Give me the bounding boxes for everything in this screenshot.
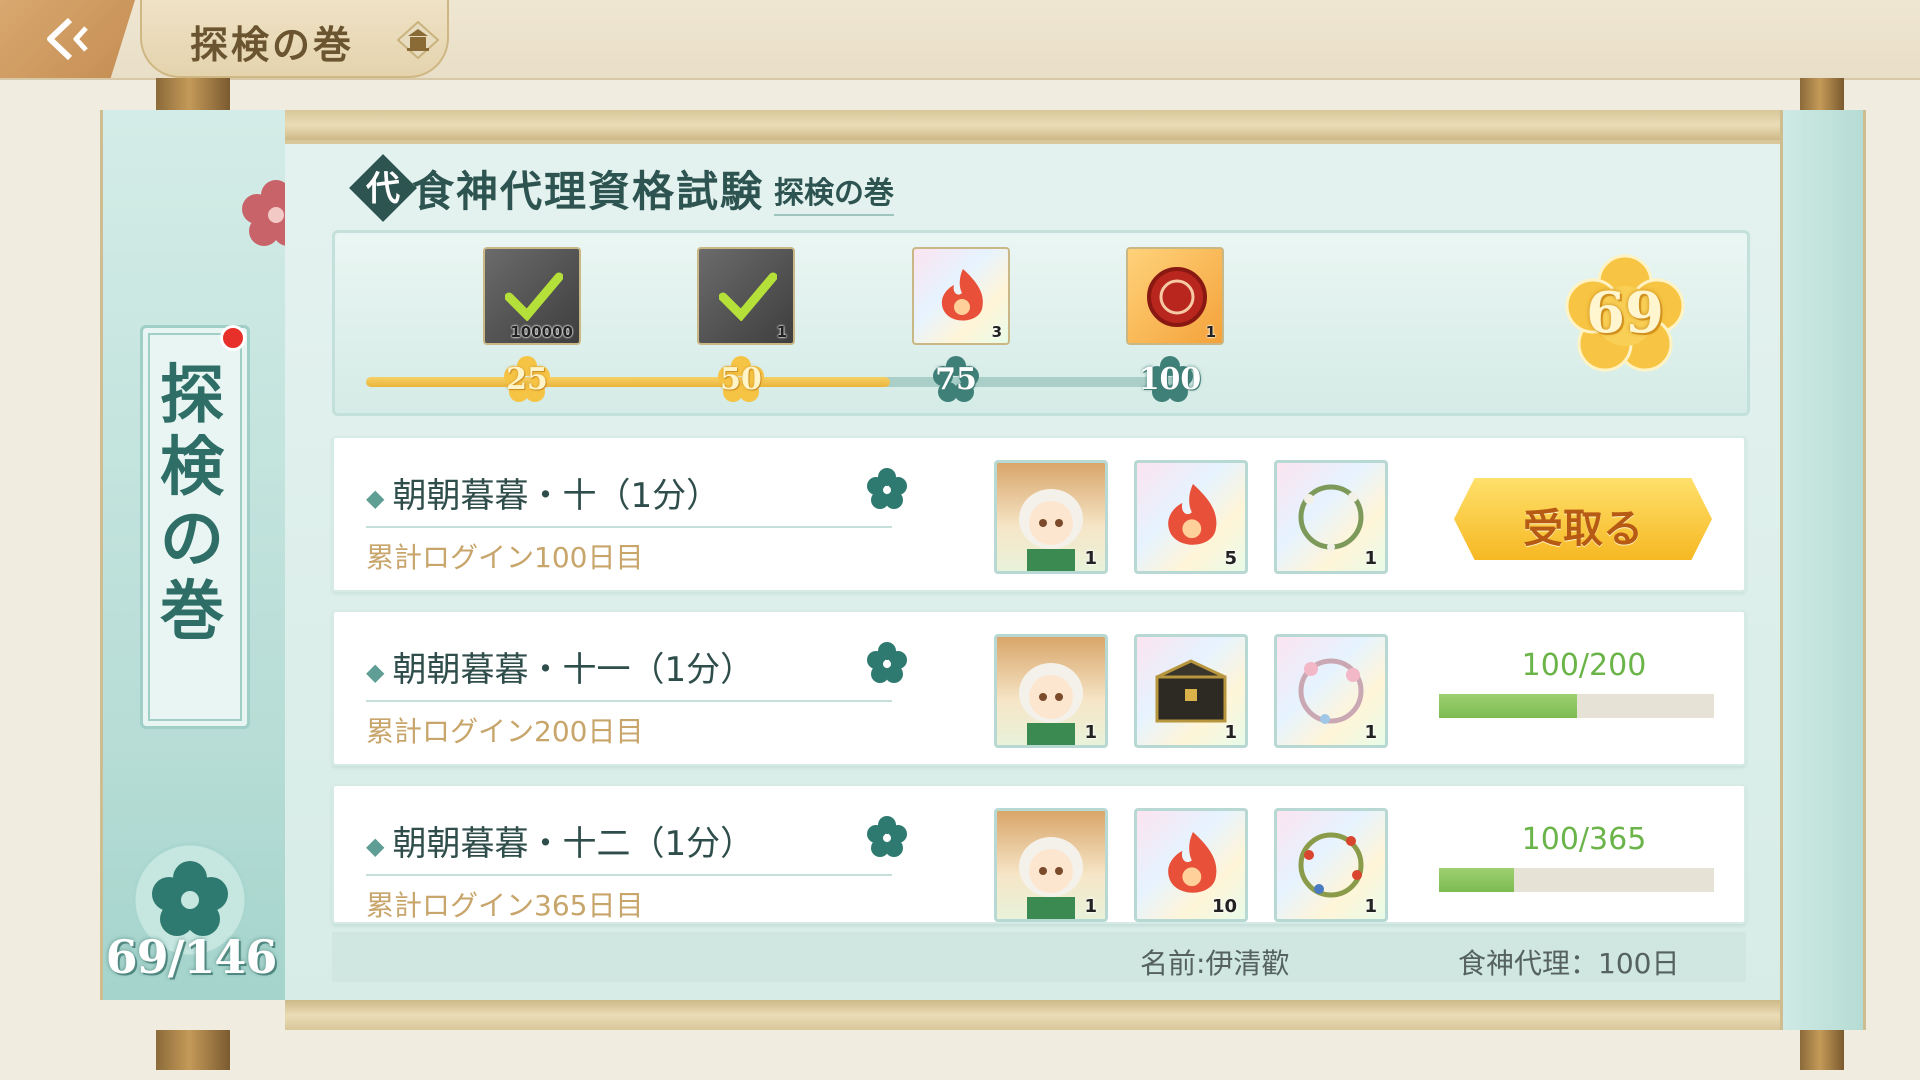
reward-ember[interactable]: 5 <box>1134 460 1248 574</box>
reward-character[interactable]: 1 <box>994 634 1108 748</box>
main-scroll-bottom-roll <box>285 1000 1780 1030</box>
milestone-reward-25[interactable]: 100000 <box>483 247 581 345</box>
milestone-reward-50[interactable]: 1 <box>697 247 795 345</box>
ember-icon <box>1168 832 1217 893</box>
reward-quantity: 1 <box>1205 323 1216 341</box>
task-title: ◆ 朝朝暮暮・十（1分） <box>366 468 720 517</box>
section-badge: 代 <box>345 150 421 226</box>
scroll-roll-bottom-left <box>156 1030 230 1070</box>
ember-icon <box>941 269 983 321</box>
task-title-text: 朝朝暮暮・十二（1分） <box>392 824 755 864</box>
milestone-label: 50 <box>720 362 762 397</box>
plum-flower-icon <box>867 468 907 509</box>
divider <box>366 526 892 528</box>
section-title: 食神代理資格試験 <box>412 167 765 216</box>
divider <box>366 700 892 702</box>
task-requirement: 累計ログイン200日目 <box>366 715 644 748</box>
check-icon <box>719 272 777 321</box>
task-requirement: 累計ログイン100日目 <box>366 541 644 574</box>
chest-icon <box>1155 659 1227 723</box>
reward-quantity: 1 <box>1364 548 1377 569</box>
notification-dot <box>220 325 246 351</box>
back-arrow-icon <box>47 17 88 61</box>
right-scroll-panel <box>1780 110 1866 1030</box>
scroll-roll-top-right <box>1800 78 1844 110</box>
reward-quantity: 1 <box>776 323 787 341</box>
milestone-reward-75[interactable]: 3 <box>912 247 1010 345</box>
reward-quantity: 1 <box>1084 548 1097 569</box>
milestone-progress-fill <box>366 377 890 387</box>
divider <box>366 874 892 876</box>
scroll-roll-bottom-right <box>1800 1030 1844 1070</box>
reward-chest[interactable]: 1 <box>1134 634 1248 748</box>
scroll-roll-top-left <box>156 78 230 110</box>
task-progress-text: 100/200 <box>1521 648 1647 683</box>
left-label: 探検の巻 <box>160 358 224 649</box>
milestone-label: 25 <box>506 362 548 397</box>
task-row: ◆ 朝朝暮暮・十一（1分） 累計ログイン200日目 1 1 1 100/200 <box>332 610 1746 766</box>
claim-button-label: 受取る <box>1523 505 1643 552</box>
section-subtitle: 探検の巻 <box>774 168 894 216</box>
reward-character[interactable]: 1 <box>994 808 1108 922</box>
ember-icon <box>1168 484 1217 545</box>
task-title: ◆ 朝朝暮暮・十一（1分） <box>366 642 754 691</box>
milestone-label: 75 <box>935 362 977 397</box>
task-row: ◆ 朝朝暮暮・十二（1分） 累計ログイン365日目 1 10 1 100/365 <box>332 784 1746 924</box>
reward-quantity: 5 <box>1224 548 1237 569</box>
task-title-text: 朝朝暮暮・十（1分） <box>392 476 721 516</box>
diamond-icon: ◆ <box>366 483 385 512</box>
reward-ember[interactable]: 10 <box>1134 808 1248 922</box>
task-progress-text: 100/365 <box>1521 822 1647 857</box>
plum-flower-icon <box>867 642 907 683</box>
reward-wreath[interactable]: 1 <box>1274 808 1388 922</box>
total-count: 69/146 <box>105 930 278 984</box>
player-name: 名前:伊清歡 <box>1140 947 1290 980</box>
diamond-icon: ◆ <box>366 657 385 686</box>
reward-quantity: 10 <box>1211 896 1237 917</box>
section-badge-label: 代 <box>365 169 400 209</box>
reward-quantity: 1 <box>1084 722 1097 743</box>
task-progress-fill <box>1439 694 1577 718</box>
wreath-icon <box>1298 484 1364 551</box>
milestone-reward-100[interactable]: 1 <box>1126 247 1224 345</box>
reward-wreath[interactable]: 1 <box>1274 634 1388 748</box>
home-icon[interactable] <box>396 18 440 62</box>
diamond-icon: ◆ <box>366 831 385 860</box>
flower-wreath-icon <box>1298 658 1364 724</box>
task-title-text: 朝朝暮暮・十一（1分） <box>392 650 755 690</box>
reward-quantity: 1 <box>1224 722 1237 743</box>
points-value: 69 <box>1586 280 1664 346</box>
reward-wreath[interactable]: 1 <box>1274 460 1388 574</box>
main-scroll-top-roll <box>285 110 1780 140</box>
check-icon <box>505 272 563 321</box>
reward-quantity: 1 <box>1084 896 1097 917</box>
task-row: ◆ 朝朝暮暮・十（1分） 累計ログイン100日目 1 5 1 受取る <box>332 436 1746 592</box>
plum-flower-icon <box>867 816 907 857</box>
reward-quantity: 100000 <box>510 323 573 341</box>
page-title: 探検の巻 <box>190 22 355 67</box>
task-requirement: 累計ログイン365日目 <box>366 889 644 922</box>
reward-quantity: 3 <box>991 323 1002 341</box>
reward-character[interactable]: 1 <box>994 460 1108 574</box>
task-progress-fill <box>1439 868 1514 892</box>
berry-wreath-icon <box>1298 832 1364 898</box>
seal-icon <box>1147 267 1207 327</box>
reward-quantity: 1 <box>1364 896 1377 917</box>
reward-quantity: 1 <box>1364 722 1377 743</box>
task-title: ◆ 朝朝暮暮・十二（1分） <box>366 816 754 865</box>
milestone-label: 100 <box>1138 362 1202 397</box>
proxy-days: 食神代理：100日 <box>1458 947 1680 980</box>
